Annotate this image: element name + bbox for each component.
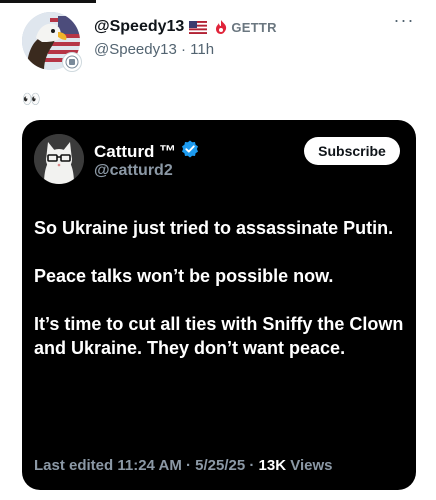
display-name[interactable]: @Speedy13 — [94, 18, 184, 36]
embed-post-body: So Ukraine just tried to assassinate Put… — [34, 216, 404, 384]
views-count: 13K — [258, 457, 287, 474]
timestamp[interactable]: 11h — [190, 41, 214, 58]
subscribe-button[interactable]: Subscribe — [304, 137, 400, 165]
post: @Speedy13 GETTR @Speedy13 · 11h ··· 👀 Ca… — [0, 0, 436, 500]
embed-footer: Last edited 11:24 AM · 5/25/25 · 13K Vie… — [34, 457, 333, 474]
handle-line: @Speedy13 · 11h — [94, 41, 214, 58]
avatar-badge-icon — [62, 52, 82, 72]
more-options-button[interactable]: ··· — [392, 11, 416, 34]
views-label: Views — [286, 457, 333, 474]
source-label: GETTR — [215, 20, 277, 35]
source-label-text: GETTR — [231, 19, 277, 35]
embed-author-line: Catturd ™ — [94, 140, 199, 163]
cat-avatar-image — [34, 134, 84, 184]
handle[interactable]: @Speedy13 — [94, 41, 177, 58]
verified-badge-icon — [181, 140, 199, 163]
embed-paragraph: So Ukraine just tried to assassinate Put… — [34, 218, 394, 238]
embed-paragraph: It’s time to cut all ties with Sniffy th… — [34, 314, 404, 358]
edited-timestamp[interactable]: Last edited 11:24 AM · 5/25/25 — [34, 457, 245, 474]
us-flag-icon — [189, 20, 208, 34]
author-line: @Speedy13 GETTR — [94, 18, 277, 36]
post-text: 👀 — [22, 91, 41, 108]
gettr-flame-icon — [216, 20, 227, 34]
embed-avatar[interactable] — [34, 134, 84, 184]
embed-display-name[interactable]: Catturd ™ — [94, 142, 176, 162]
embedded-post-card[interactable]: Catturd ™ @catturd2 Subscribe So Ukraine… — [22, 120, 416, 490]
embed-paragraph: Peace talks won’t be possible now. — [34, 266, 334, 286]
separator: · — [180, 41, 186, 58]
footer-separator: · — [245, 457, 259, 474]
embed-handle[interactable]: @catturd2 — [94, 162, 173, 180]
